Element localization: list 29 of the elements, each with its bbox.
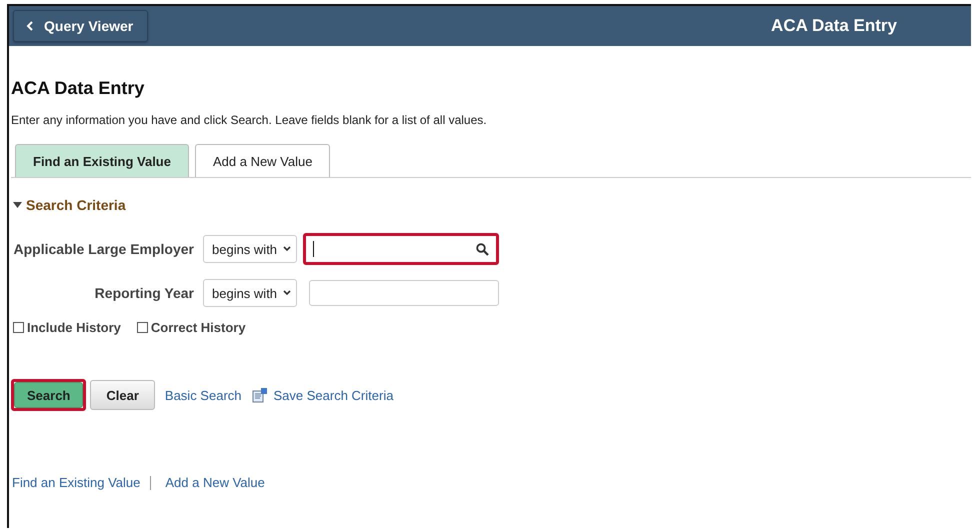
tab[interactable]: Add a New Value — [194, 144, 330, 177]
chevron-left-icon — [26, 21, 34, 31]
footer-link[interactable]: Add a New Value — [165, 475, 265, 490]
dropdown-caret-icon — [283, 290, 292, 296]
operator-dropdown[interactable]: begins with — [203, 279, 298, 307]
field-label: Applicable Large Employer — [14, 241, 194, 257]
checkbox[interactable] — [13, 322, 24, 333]
field-label: Reporting Year — [94, 285, 194, 301]
operator-dropdown[interactable]: begins with — [203, 235, 298, 263]
header-title: ACA Data Entry — [771, 16, 897, 36]
search-button[interactable]: Search — [14, 382, 84, 408]
search-icon[interactable] — [476, 242, 490, 256]
tab[interactable]: Find an Existing Value — [15, 144, 189, 177]
page-title: ACA Data Entry — [11, 78, 146, 99]
checkbox-label: Correct History — [150, 320, 246, 335]
text-cursor — [313, 241, 314, 257]
collapse-triangle-icon[interactable] — [13, 202, 22, 208]
footer-link[interactable]: Find an Existing Value — [12, 475, 140, 490]
instructions: Enter any information you have and click Search. Leave fields blank for a list of all values. — [11, 113, 488, 127]
save-criteria-icon[interactable] — [252, 387, 268, 403]
basic-search-link[interactable]: Basic Search — [164, 388, 242, 402]
back-button[interactable]: Query Viewer — [13, 10, 148, 42]
clear-button[interactable]: Clear — [90, 380, 155, 410]
checkbox-label: Include History — [27, 320, 121, 335]
checkbox[interactable] — [136, 322, 148, 333]
input-field[interactable] — [309, 280, 500, 306]
dropdown-caret-icon — [283, 246, 292, 252]
section-title: Search Criteria — [26, 197, 126, 213]
save-search-criteria-link[interactable]: Save Search Criteria — [274, 388, 394, 402]
